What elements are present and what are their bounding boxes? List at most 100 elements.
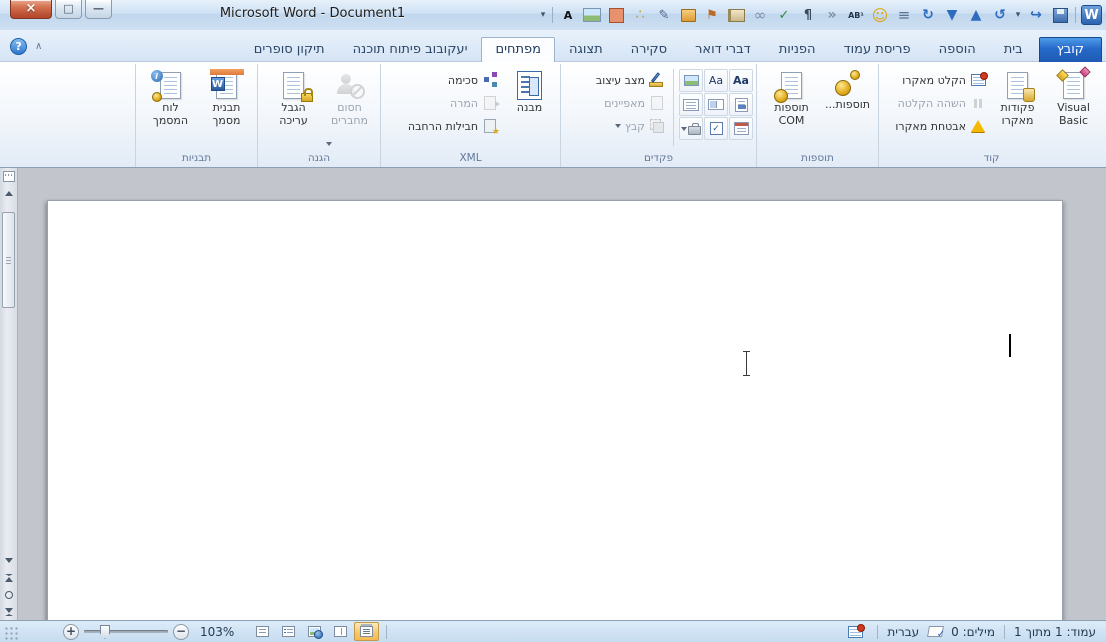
properties-button: מאפיינים (564, 93, 668, 113)
tab-custom-yaakubov[interactable]: יעקובוב פיתוח תוכנה (339, 37, 482, 62)
ruler-toggle-button[interactable] (0, 168, 17, 185)
autotext-icon[interactable]: » (820, 4, 844, 26)
word-count[interactable]: מילים: 0 (951, 625, 995, 639)
dropdown-list-control-button[interactable] (679, 93, 703, 116)
redo-icon[interactable]: ↪ (1024, 4, 1048, 26)
move-down-icon[interactable]: ▼ (940, 4, 964, 26)
draft-view-icon (256, 626, 270, 637)
line-spacing-icon[interactable]: ≡ (892, 4, 916, 26)
document-panel-icon: i (150, 69, 188, 102)
paragraph-marks-icon[interactable]: ¶ (796, 4, 820, 26)
picture-icon[interactable] (580, 4, 604, 26)
next-page-icon (4, 607, 13, 616)
building-block-control-button[interactable] (729, 93, 753, 116)
previous-page-button[interactable] (0, 569, 17, 586)
tab-file[interactable]: קובץ (1038, 37, 1102, 62)
view-outline-button[interactable] (276, 622, 301, 641)
close-button[interactable]: × (10, 0, 52, 19)
page-indicator[interactable]: עמוד: 1 מתוך 1 (1014, 625, 1096, 639)
help-icon[interactable]: ? (10, 37, 27, 55)
font-icon[interactable]: A (556, 4, 580, 26)
legacy-tools-button[interactable] (679, 117, 703, 140)
org-chart-icon[interactable]: ∴ (628, 4, 652, 26)
signpost-icon[interactable]: ⚑ (700, 4, 724, 26)
xml-structure-button[interactable]: מבנה (502, 66, 557, 149)
view-print-layout-button[interactable] (354, 622, 380, 641)
sync-icon[interactable]: ↻ (916, 4, 940, 26)
select-browse-object-button[interactable] (0, 586, 17, 603)
checkbox-control-button[interactable]: ✓ (704, 117, 728, 140)
design-mode-button[interactable]: מצב עיצוב (564, 70, 668, 90)
shape-icon[interactable] (604, 4, 628, 26)
emoticon-icon[interactable]: ☺ (868, 4, 892, 26)
picture-control-button[interactable] (679, 69, 703, 92)
rings-icon[interactable]: ∞ (748, 4, 772, 26)
tab-view[interactable]: תצוגה (555, 37, 617, 62)
view-fullscreen-reading-button[interactable] (328, 622, 353, 641)
combo-box-control-button[interactable] (704, 93, 728, 116)
view-draft-button[interactable] (250, 622, 275, 641)
book-icon[interactable] (724, 4, 748, 26)
ribbon-group-xml: מבנה סכימה המרה ★ חבילות הרחבה XML (380, 64, 560, 167)
zoom-slider-thumb[interactable] (100, 625, 110, 639)
move-up-icon[interactable]: ▲ (964, 4, 988, 26)
status-separator (1003, 624, 1005, 639)
addins-button[interactable]: תוספות... (820, 66, 875, 149)
date-picker-control-button[interactable] (729, 117, 753, 140)
resize-grip[interactable] (4, 626, 19, 641)
tab-developer[interactable]: מפתחים (481, 37, 556, 62)
hyperlink-check-icon[interactable]: ✓ (772, 4, 796, 26)
zoom-in-button[interactable]: + (63, 623, 79, 640)
schema-button[interactable]: סכימה (384, 70, 501, 90)
undo-icon[interactable]: ↺ (988, 4, 1012, 26)
tab-custom-proofing[interactable]: תיקון סופרים (240, 37, 339, 62)
scroll-up-button[interactable] (0, 185, 17, 202)
footnote-icon[interactable]: AB¹ (844, 4, 868, 26)
tab-page-layout[interactable]: פריסת עמוד (830, 37, 925, 62)
scroll-down-button[interactable] (0, 552, 17, 569)
ribbon-group-controls: Aa Aa ✓ מצב עיצוב מאפיינים קבץ פקדים (560, 64, 756, 167)
next-page-button[interactable] (0, 603, 17, 620)
macros-button[interactable]: פקודות מאקרו (990, 66, 1045, 149)
document-panel-button[interactable]: i לוח המסמך (143, 66, 198, 149)
zoom-out-button[interactable]: − (173, 623, 189, 640)
save-icon[interactable] (1048, 4, 1072, 26)
title-bar: × □ — Microsoft Word - Document1 ▾ A ∴ ✎… (0, 0, 1106, 30)
plain-text-control-button[interactable]: Aa (704, 69, 728, 92)
tab-insert[interactable]: הוספה (925, 37, 990, 62)
document-page[interactable] (47, 200, 1063, 620)
legacy-tools-icon (688, 122, 701, 135)
scrollbar-thumb[interactable] (2, 212, 15, 308)
macro-security-button[interactable]: אבטחת מאקרו (882, 116, 989, 136)
com-addins-icon (773, 69, 809, 103)
zoom-level[interactable]: 103% (200, 625, 234, 639)
document-template-button[interactable]: W תבנית מסמך (199, 66, 254, 149)
block-authors-button: חסום מחברים (322, 66, 377, 149)
minimize-button[interactable]: — (85, 0, 112, 19)
restrict-editing-button[interactable]: הגבל עריכה (266, 66, 321, 149)
maximize-button[interactable]: □ (55, 0, 82, 19)
package-icon[interactable] (676, 4, 700, 26)
zoom-slider-track[interactable] (84, 625, 168, 639)
expansion-packs-button[interactable]: ★ חבילות הרחבה (384, 116, 501, 137)
rich-text-control-button[interactable]: Aa (729, 69, 753, 92)
record-macro-button[interactable]: הקלט מאקרו (882, 70, 989, 90)
language-indicator[interactable]: עברית (887, 625, 919, 639)
visual-basic-button[interactable]: Visual Basic (1046, 66, 1101, 149)
com-addins-button[interactable]: תוספות COM (764, 66, 819, 149)
tab-home[interactable]: בית (990, 37, 1037, 62)
tab-mailings[interactable]: דברי דואר (681, 37, 765, 62)
scrollbar-track[interactable] (2, 203, 15, 551)
undo-menu-icon[interactable]: ▾ (1012, 4, 1024, 26)
ink-signature-icon[interactable]: ✎ (652, 4, 676, 26)
tab-review[interactable]: סקירה (617, 37, 681, 62)
collapse-ribbon-icon[interactable]: ∧ (35, 41, 42, 52)
customize-qat-icon[interactable]: ▾ (537, 4, 549, 26)
tab-references[interactable]: הפניות (765, 37, 830, 62)
proofing-status-icon[interactable]: ✓ (927, 625, 945, 640)
macro-recording-icon[interactable] (847, 623, 865, 640)
view-web-layout-button[interactable] (302, 622, 327, 641)
group-inner-separator (673, 69, 674, 146)
pause-recording-button: השהה הקלטה (882, 93, 989, 113)
status-separator (877, 624, 879, 639)
